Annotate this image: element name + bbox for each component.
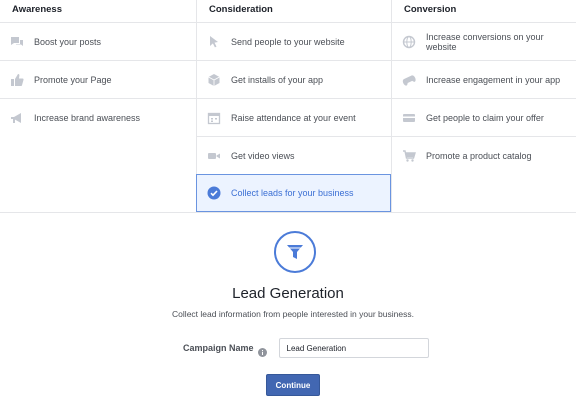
column-heading-awareness: Awareness (12, 4, 62, 15)
objective-claim-offer[interactable]: Get people to claim your offer (391, 98, 576, 136)
objective-boost-posts[interactable]: Boost your posts (0, 22, 196, 60)
objective-title: Lead Generation (232, 285, 344, 302)
funnel-icon (274, 231, 316, 273)
objective-label: Send people to your website (231, 36, 345, 47)
objective-video-views[interactable]: Get video views (196, 136, 391, 174)
objective-label: Get people to claim your offer (426, 112, 544, 123)
campaign-name-row: Campaign Name (183, 338, 429, 358)
info-icon[interactable] (257, 344, 267, 357)
box-icon (207, 73, 221, 87)
empty-cell (391, 174, 576, 212)
objective-label: Promote your Page (34, 74, 112, 85)
objective-description: Collect lead information from people int… (172, 309, 414, 319)
objective-grid: Awareness Consideration Conversion Boost… (0, 0, 576, 213)
megaphone-icon (10, 111, 24, 125)
speech-bubbles-icon (10, 35, 24, 49)
objective-label: Increase engagement in your app (426, 74, 561, 85)
objective-website-conversions[interactable]: Increase conversions on your website (391, 22, 576, 60)
video-camera-icon (207, 149, 221, 163)
gamepad-icon (402, 73, 416, 87)
objective-event-attendance[interactable]: Raise attendance at your event (196, 98, 391, 136)
calendar-icon (207, 111, 221, 125)
objective-label: Increase brand awareness (34, 112, 141, 123)
objective-label: Get installs of your app (231, 74, 324, 85)
objective-promote-page[interactable]: Promote your Page (0, 60, 196, 98)
objective-product-catalog[interactable]: Promote a product catalog (391, 136, 576, 174)
continue-button[interactable]: Continue (266, 374, 320, 396)
cursor-icon (207, 35, 221, 49)
thumbs-up-icon (10, 73, 24, 87)
globe-icon (402, 35, 416, 49)
objective-lead-generation[interactable]: Collect leads for your business (196, 174, 391, 212)
objective-label: Get video views (231, 150, 295, 161)
objective-label: Collect leads for your business (231, 188, 354, 198)
offer-card-icon (402, 111, 416, 125)
objective-label: Increase conversions on your website (426, 31, 544, 52)
objective-label: Promote a product catalog (426, 150, 532, 161)
check-circle-icon (207, 186, 221, 200)
objective-label: Boost your posts (34, 36, 102, 47)
objective-send-to-website[interactable]: Send people to your website (196, 22, 391, 60)
objective-label: Raise attendance at your event (231, 112, 356, 123)
objective-brand-awareness[interactable]: Increase brand awareness (0, 98, 196, 136)
column-heading-conversion: Conversion (391, 0, 576, 22)
shopping-cart-icon (402, 149, 416, 163)
objective-app-installs[interactable]: Get installs of your app (196, 60, 391, 98)
objective-app-engagement[interactable]: Increase engagement in your app (391, 60, 576, 98)
empty-cell (0, 174, 196, 212)
campaign-name-input[interactable] (278, 338, 429, 358)
column-heading-consideration: Consideration (196, 0, 391, 22)
campaign-name-label: Campaign Name (183, 343, 254, 353)
empty-cell (0, 136, 196, 174)
